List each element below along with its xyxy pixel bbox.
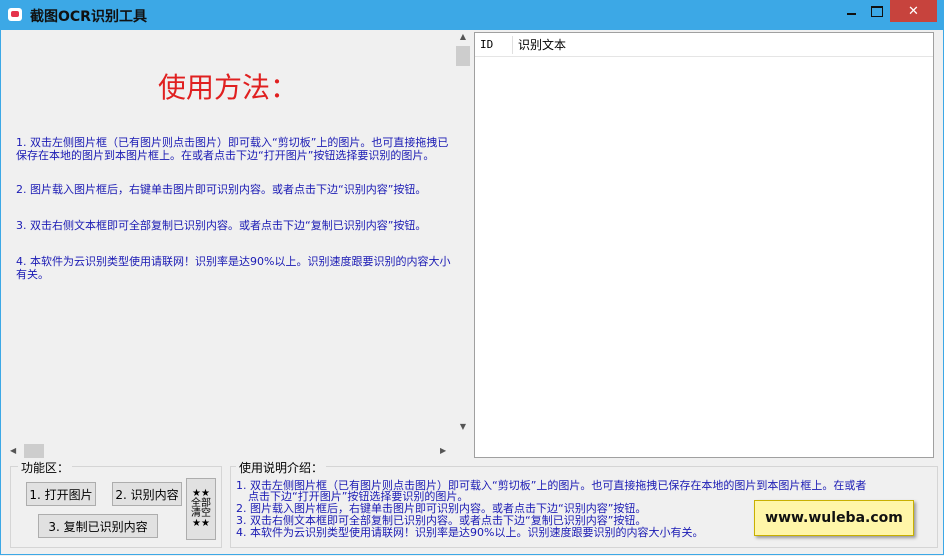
clear-all-button[interactable]: ★★ 全部 清空 ★★	[186, 478, 216, 540]
column-separator[interactable]	[512, 36, 513, 54]
clear-star-bottom: ★★	[192, 518, 210, 529]
usage-title: 使用方法：	[158, 71, 299, 104]
vertical-scrollbar[interactable]	[454, 34, 472, 460]
scroll-left-icon[interactable]: ◀	[10, 446, 22, 458]
scroll-right-icon[interactable]: ▶	[440, 446, 452, 458]
usage-tip-2: 2. 图片载入图片框后，右键单击图片即可识别内容。或者点击下边“识别内容”按钮。	[16, 183, 427, 196]
function-group-label: 功能区：	[18, 459, 73, 476]
maximize-button[interactable]	[862, 0, 892, 22]
scroll-down-icon[interactable]: ▼	[454, 422, 472, 434]
vertical-scroll-thumb[interactable]	[456, 46, 470, 66]
close-button[interactable]: ✕	[890, 0, 937, 22]
recognize-button[interactable]: 2. 识别内容	[112, 482, 182, 506]
maximize-icon	[871, 5, 883, 17]
copy-recognized-button[interactable]: 3. 复制已识别内容	[38, 514, 158, 538]
header-divider	[475, 56, 933, 57]
usage-tip-1: 1. 双击左侧图片框（已有图片则点击图片）即可载入“剪切板”上的图片。也可直接拖…	[16, 136, 449, 162]
result-listview[interactable]	[474, 32, 934, 458]
instructions-label: 使用说明介绍：	[236, 459, 327, 476]
horizontal-scroll-thumb[interactable]	[24, 444, 44, 458]
close-icon: ✕	[908, 3, 919, 19]
column-header-id[interactable]: ID	[480, 36, 510, 54]
window-title: 截图OCR识别工具	[30, 9, 147, 25]
app-icon	[8, 8, 22, 21]
usage-tip-4: 4. 本软件为云识别类型使用请联网！识别率是达90%以上。识别速度跟要识别的内容…	[16, 255, 451, 281]
watermark-badge: www.wuleba.com	[754, 500, 914, 536]
minimize-icon	[846, 13, 856, 15]
usage-tip-3: 3. 双击右侧文本框即可全部复制已识别内容。或者点击下边“复制已识别内容”按钮。	[16, 219, 427, 232]
open-image-button[interactable]: 1. 打开图片	[26, 482, 96, 506]
column-header-text[interactable]: 识别文本	[518, 36, 566, 54]
scroll-up-icon[interactable]: ▲	[454, 32, 472, 44]
